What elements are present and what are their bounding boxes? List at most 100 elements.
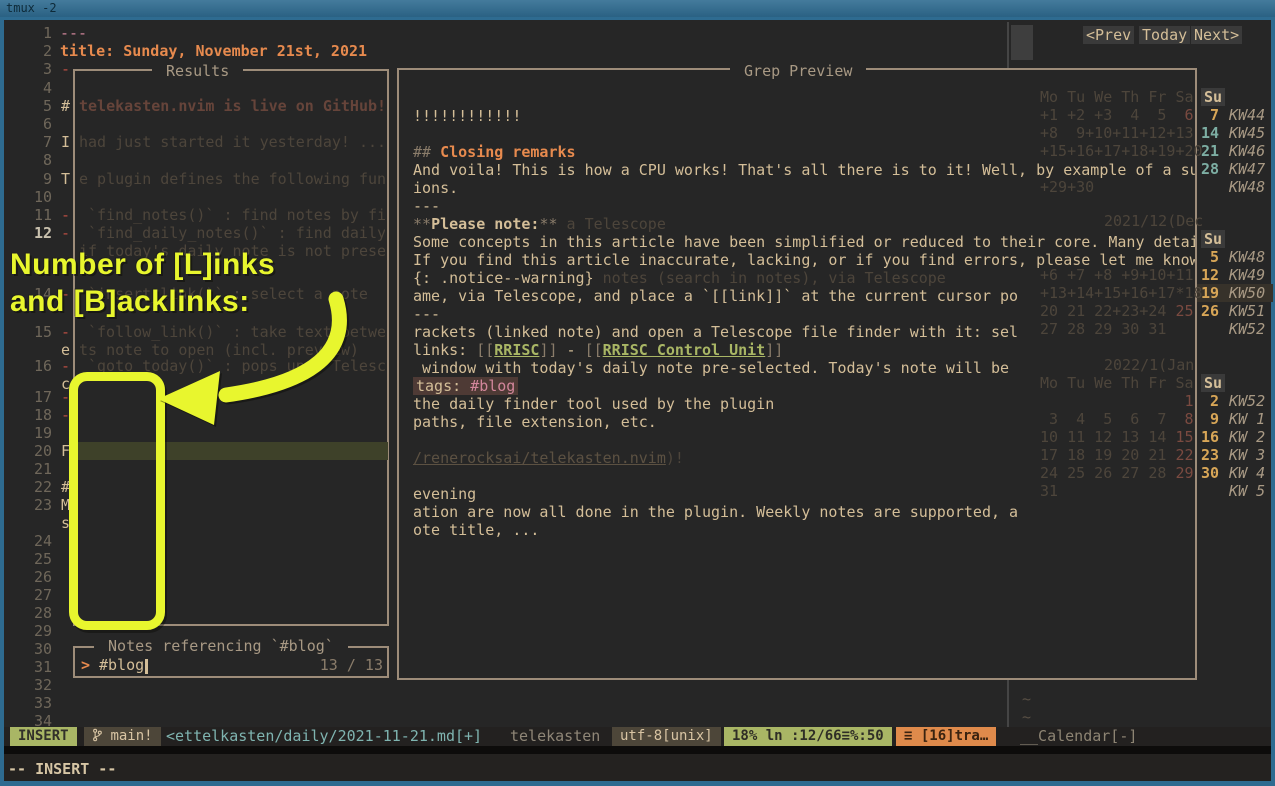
- calendar-week[interactable]: 20 21 22+23+24 2526KW51: [1040, 302, 1272, 320]
- statusline-gap: [4, 746, 1271, 754]
- separator: -: [558, 341, 585, 359]
- week-days: 17 18 19 20 21: [1040, 446, 1175, 464]
- sunday-day[interactable]: 26: [1201, 302, 1219, 320]
- bracket: [[: [476, 341, 494, 359]
- sunday-day[interactable]: 7: [1201, 106, 1219, 124]
- calendar-today-button[interactable]: Today: [1139, 26, 1190, 44]
- line-number-current: 12: [28, 224, 52, 242]
- annotation-text-line1: Number of [L]inks: [10, 246, 275, 283]
- week-number: KW 1: [1229, 410, 1265, 428]
- tags-label: tags:: [416, 377, 470, 395]
- empty-line-tilde: ~: [1022, 690, 1031, 708]
- calendar-month-title-jan: 2022/1(Jan: [1104, 356, 1194, 374]
- calendar-header-nov: Mo Tu We Th Fr Sa Su: [1040, 88, 1272, 106]
- calendar-statusline: __Calendar[-]: [1020, 727, 1137, 746]
- calendar-week[interactable]: +13+14+15+16+17*1819KW50: [1040, 284, 1272, 302]
- calendar-week[interactable]: +8 9+10+11+12+13 14 KW45: [1040, 124, 1272, 142]
- note-label: Please note:: [431, 215, 539, 233]
- sunday-day[interactable]: 28: [1201, 160, 1219, 178]
- week-number: KW 5: [1229, 482, 1265, 500]
- window-divider-lower: [1007, 680, 1009, 727]
- week-number: KW44: [1229, 106, 1265, 124]
- line-numbers-top: 1 2 3 4 5 6 7 8 9 10 11: [28, 24, 52, 224]
- weekday-header: Mo Tu We Th Fr Sa: [1040, 88, 1194, 106]
- cmdline-bg: [4, 754, 1271, 781]
- sunday-day[interactable]: 16: [1201, 428, 1219, 446]
- bracket: ]]: [539, 341, 557, 359]
- sunday-day[interactable]: 19: [1201, 284, 1219, 302]
- tag-highlight: tags: #blog: [413, 377, 518, 395]
- week-days: +8 9+10+11+12+13: [1040, 124, 1194, 142]
- calendar-week[interactable]: 31KW 5: [1040, 482, 1272, 500]
- line-number-16: 16: [28, 357, 52, 375]
- calendar-header-dec: Su: [1040, 230, 1272, 248]
- calendar-prev-button[interactable]: <Prev: [1083, 26, 1134, 44]
- search-input[interactable]: #blog: [99, 656, 144, 674]
- buffer-dash-3: -: [61, 60, 70, 78]
- week-number: KW52: [1229, 320, 1265, 338]
- calendar-week[interactable]: +6 +7 +8 +9+10+1112KW49: [1040, 266, 1272, 284]
- sunday-header: Su: [1201, 88, 1225, 106]
- wiki-link[interactable]: RRISC: [494, 341, 539, 359]
- preview-delim: ---: [413, 197, 1195, 215]
- week-number: KW45: [1229, 124, 1265, 142]
- bleed-fragment: )!: [666, 449, 684, 467]
- text-cursor: [145, 659, 148, 674]
- mode-indicator: INSERT: [10, 727, 77, 746]
- calendar-month-title-dec: 2021/12(Dec: [1104, 212, 1203, 230]
- calendar-week[interactable]: 1 2 KW52: [1040, 392, 1272, 410]
- calendar-week[interactable]: 24 25 26 27 28 2930KW 4: [1040, 464, 1272, 482]
- week-number: KW 4: [1229, 464, 1265, 482]
- bracket: ]]: [765, 341, 783, 359]
- sunday-day[interactable]: 23: [1201, 446, 1219, 464]
- week-days: 20 21 22+23+24: [1040, 302, 1175, 320]
- line-numbers-bottom: 30 31 32 33 34: [28, 640, 52, 730]
- calendar-next-button[interactable]: Next>: [1191, 26, 1242, 44]
- week-number: KW48: [1229, 178, 1265, 196]
- prompt-panel-title: Notes referencing `#blog`: [94, 637, 348, 655]
- calendar-week[interactable]: 17 18 19 20 21 22 23 KW 3: [1040, 446, 1272, 464]
- mode-message: -- INSERT --: [8, 760, 116, 778]
- sunday-day[interactable]: 21: [1201, 142, 1219, 160]
- week-number: KW47: [1229, 160, 1265, 178]
- buffer-char-7: I: [61, 133, 70, 151]
- calendar-week[interactable]: 27 28 29 30 31 KW52: [1040, 320, 1272, 338]
- saturday: 29: [1175, 464, 1193, 482]
- sunday-header: Su: [1201, 374, 1225, 392]
- sunday-day[interactable]: 30: [1201, 464, 1219, 482]
- calendar-scrollbar[interactable]: [1011, 25, 1033, 60]
- sunday-day[interactable]: 14: [1201, 124, 1219, 142]
- wiki-link[interactable]: RRISC Control Unit: [603, 341, 766, 359]
- sunday-day[interactable]: 9: [1201, 410, 1219, 428]
- tmux-titlebar: tmux -2: [0, 0, 1275, 17]
- week-number: KW 3: [1229, 446, 1265, 464]
- week-days: +1 +2 +3 4 5: [1040, 106, 1175, 124]
- calendar-week[interactable]: 3 4 5 6 7 8 9KW 1: [1040, 410, 1272, 428]
- bleed-fragment: a Telescope: [558, 215, 666, 233]
- notice-tag: {: .notice--warning}: [413, 269, 594, 287]
- buffer-char-5: #: [61, 97, 70, 115]
- week-number: KW50: [1229, 284, 1265, 302]
- weekday-header: Mo Tu We Th Fr Sa: [1040, 374, 1194, 392]
- week-days: 27 28 29 30 31: [1040, 320, 1166, 338]
- calendar-week[interactable]: +29+30 KW48: [1040, 178, 1272, 196]
- calendar-week[interactable]: 5KW48: [1040, 248, 1272, 266]
- calendar-week[interactable]: 28 KW47: [1040, 160, 1272, 178]
- links-label: links:: [413, 341, 476, 359]
- calendar-week[interactable]: 10 11 12 13 14 1516KW 2: [1040, 428, 1272, 446]
- saturday: 8: [1175, 410, 1193, 428]
- week-days: +29+30: [1040, 178, 1094, 196]
- sunday-day[interactable]: 2: [1201, 392, 1219, 410]
- sunday-day[interactable]: 5: [1201, 248, 1219, 266]
- buffer-dash-16: -: [61, 357, 70, 375]
- sunday-day[interactable]: 12: [1201, 266, 1219, 284]
- saturday: 1: [1175, 392, 1193, 410]
- calendar-week[interactable]: +1 +2 +3 4 5 6 7KW44: [1040, 106, 1272, 124]
- results-panel-title: Results: [152, 62, 243, 80]
- calendar-week[interactable]: +15+16+17+18+19+2021KW46: [1040, 142, 1272, 160]
- week-number: KW52: [1229, 392, 1265, 410]
- week-days: +6 +7 +8 +9+10+11: [1040, 266, 1194, 284]
- git-branch-label: main!: [110, 728, 152, 744]
- saturday: 22: [1175, 446, 1193, 464]
- tab-indicator-segment[interactable]: ≡ [16]tra…: [896, 727, 996, 746]
